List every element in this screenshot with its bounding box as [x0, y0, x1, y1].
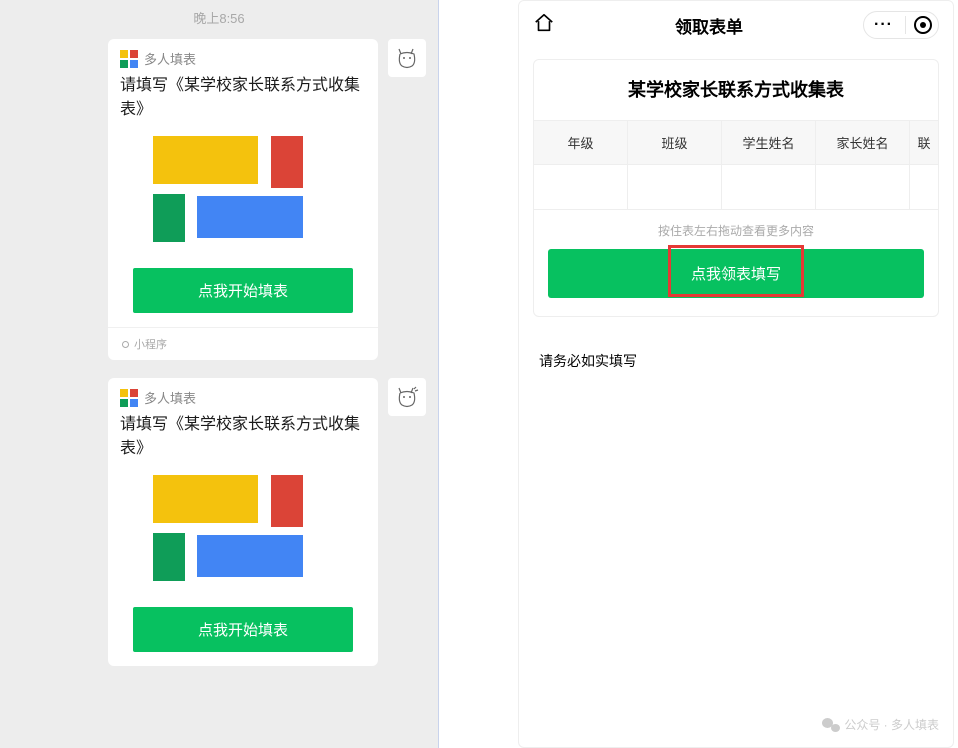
table-header: 学生姓名 [722, 121, 815, 165]
footer-credit[interactable]: 公众号 · 多人填表 [822, 716, 939, 733]
card-footer-label: 小程序 [134, 336, 167, 352]
chat-panel: 晚上8:56 多人填表 请填写《某学校家长联系方式收集表》 点我开始填表 小程序 [0, 0, 438, 748]
card-cover-image [123, 475, 363, 595]
card-header: 多人填表 [108, 39, 378, 74]
table-header: 家长姓名 [816, 121, 909, 165]
chat-timestamp: 晚上8:56 [0, 0, 438, 39]
form-table[interactable]: 年级 班级 学生姓名 家长姓名 联 [534, 120, 938, 210]
table-header: 班级 [628, 121, 721, 165]
start-fill-button[interactable]: 点我开始填表 [133, 268, 353, 313]
capsule-divider [905, 16, 906, 34]
cat-avatar-icon [392, 382, 422, 412]
start-fill-button[interactable]: 点我开始填表 [133, 607, 353, 652]
table-cell [816, 165, 909, 209]
chat-message-row: 多人填表 请填写《某学校家长联系方式收集表》 点我开始填表 [0, 378, 438, 684]
claim-form-button[interactable]: 点我领表填写 [548, 249, 924, 298]
card-title: 请填写《某学校家长联系方式收集表》 [108, 74, 378, 132]
card-title: 请填写《某学校家长联系方式收集表》 [108, 413, 378, 471]
page-title: 领取表单 [675, 13, 743, 38]
panel-divider [438, 0, 439, 748]
capsule-controls: ··· [863, 11, 939, 39]
miniprogram-header: 领取表单 ··· [519, 1, 953, 49]
card-header: 多人填表 [108, 378, 378, 413]
more-button[interactable]: ··· [870, 16, 897, 34]
card-app-name: 多人填表 [144, 49, 196, 68]
cat-avatar-icon [392, 43, 422, 73]
table-cell [628, 165, 721, 209]
table-header: 年级 [534, 121, 627, 165]
form-title: 某学校家长联系方式收集表 [534, 76, 938, 102]
miniprogram-card[interactable]: 多人填表 请填写《某学校家长联系方式收集表》 点我开始填表 [108, 378, 378, 666]
form-preview-card: 某学校家长联系方式收集表 年级 班级 学生姓名 家长姓名 联 [533, 59, 939, 317]
card-cover-image [123, 136, 363, 256]
app-logo-icon [120, 50, 138, 68]
home-button[interactable] [533, 12, 555, 39]
table-cell [910, 165, 938, 209]
table-cell [534, 165, 627, 209]
card-footer: 小程序 [108, 327, 378, 360]
close-miniprogram-button[interactable] [914, 16, 932, 34]
chat-message-row: 多人填表 请填写《某学校家长联系方式收集表》 点我开始填表 小程序 [0, 39, 438, 378]
wechat-icon [822, 717, 840, 733]
drag-hint-text: 按住表左右拖动查看更多内容 [534, 222, 938, 239]
user-avatar[interactable] [388, 39, 426, 77]
home-icon [533, 12, 555, 34]
table-header: 联 [910, 121, 938, 165]
card-app-name: 多人填表 [144, 388, 196, 407]
user-avatar[interactable] [388, 378, 426, 416]
miniprogram-link-icon [120, 339, 130, 349]
miniprogram-panel: 领取表单 ··· 某学校家长联系方式收集表 年级 班级 学生姓名 家长姓名 [518, 0, 954, 748]
footer-credit-text: 公众号 · 多人填表 [844, 716, 939, 733]
form-notice-text: 请务必如实填写 [519, 327, 953, 395]
app-logo-icon [120, 389, 138, 407]
miniprogram-card[interactable]: 多人填表 请填写《某学校家长联系方式收集表》 点我开始填表 小程序 [108, 39, 378, 360]
table-cell [722, 165, 815, 209]
